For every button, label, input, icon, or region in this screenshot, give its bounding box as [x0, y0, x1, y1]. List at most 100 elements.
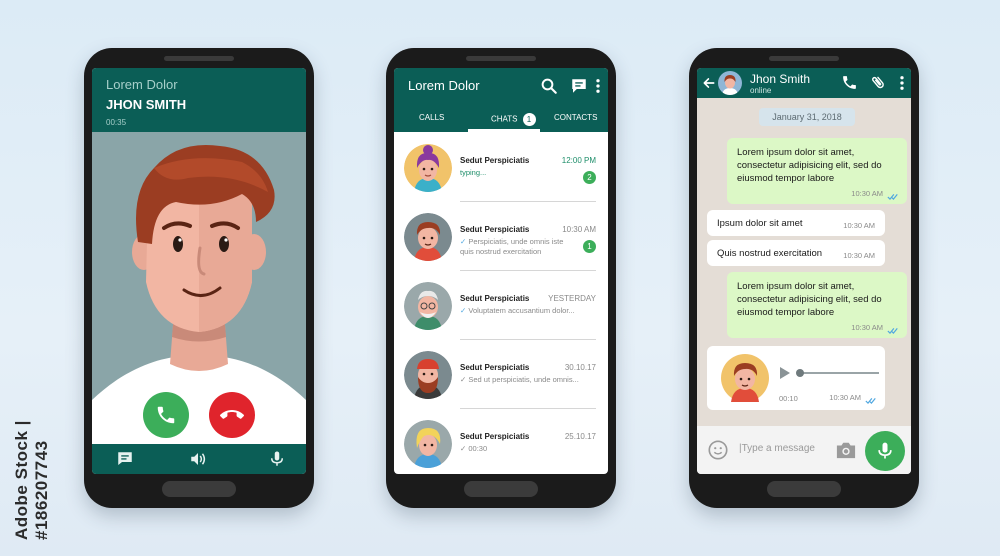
tab-chats[interactable]: CHATS 1 [491, 113, 536, 126]
decline-call-button[interactable] [209, 392, 255, 438]
divider [460, 270, 596, 271]
speaker-icon[interactable] [189, 450, 207, 468]
app-title: Lorem Dolor [408, 78, 480, 93]
caller-avatar-illustration [92, 132, 306, 444]
contact-avatar [404, 282, 452, 330]
back-arrow-icon[interactable] [702, 76, 716, 90]
chat-icon[interactable] [570, 77, 588, 95]
phone-decline-icon [220, 410, 244, 419]
contact-avatar-icon [722, 75, 738, 95]
tab-chats-badge: 1 [522, 113, 536, 126]
unread-badge: 2 [583, 171, 596, 184]
phone-call: Lorem Dolor JHON SMITH 00:35 [84, 48, 314, 508]
home-button[interactable] [464, 481, 538, 497]
chat-preview: ✓ Sed ut perspiciatis, unde omnis... [460, 375, 590, 385]
caller-portrait [92, 132, 306, 444]
message-icon[interactable] [116, 450, 134, 468]
date-divider: January 31, 2018 [759, 108, 855, 126]
read-ticks-icon [865, 398, 876, 405]
chat-preview-text: Perspiciatis, unde omnis iste quis nostr… [460, 237, 564, 256]
contact-status: online [750, 86, 772, 95]
phone-accept-icon [157, 406, 175, 424]
mic-icon [878, 442, 892, 459]
tab-calls[interactable]: CALLS [419, 113, 444, 122]
chat-preview-text: Sed ut perspiciatis, unde omnis... [468, 375, 579, 384]
phone-icon[interactable] [841, 74, 858, 91]
phone-speaker [164, 56, 234, 61]
sender-avatar-icon [721, 354, 769, 402]
contact-name: Jhon Smith [750, 72, 811, 86]
accept-call-button[interactable] [143, 392, 189, 438]
home-button[interactable] [162, 481, 236, 497]
contact-avatar [404, 351, 452, 399]
message-time: 10:30 AM [829, 393, 861, 402]
contact-avatar[interactable] [718, 71, 742, 95]
chat-preview: ✓ Voluptatem accusantium dolor... [460, 306, 590, 316]
chat-list-item[interactable]: Sedut Perspiciatis 30.10.17 ✓ Sed ut per… [394, 344, 608, 413]
phone-chats: Lorem Dolor CALLS CHATS 1 CONTACTS Sedut… [386, 48, 616, 508]
attachment-icon[interactable] [870, 74, 887, 91]
chat-preview-text: Voluptatem accusantium dolor... [468, 306, 575, 315]
chat-time: 12:00 PM [561, 156, 596, 165]
chat-name: Sedut Perspiciatis [460, 294, 530, 303]
home-button[interactable] [767, 481, 841, 497]
message-text: Ipsum dolor sit amet [717, 218, 803, 229]
chat-list-item[interactable]: Sedut Perspiciatis YESTERDAY ✓ Voluptate… [394, 275, 608, 344]
call-screen: Lorem Dolor JHON SMITH 00:35 [92, 68, 306, 474]
chat-name: Sedut Perspiciatis [460, 363, 530, 372]
chat-name: Sedut Perspiciatis [460, 225, 530, 234]
emoji-icon[interactable] [707, 439, 729, 461]
call-duration: 00:35 [106, 118, 127, 127]
chat-preview: ✓ 00:30 [460, 444, 570, 454]
divider [460, 339, 596, 340]
divider [460, 201, 596, 202]
more-icon[interactable] [594, 77, 602, 95]
chat-list-item[interactable]: Sedut Perspiciatis 10:30 AM ✓ Perspiciat… [394, 206, 608, 275]
more-icon[interactable] [898, 74, 906, 92]
chat-preview: typing... [460, 168, 487, 177]
conversation-header: Jhon Smith online [697, 68, 911, 98]
chat-time: 25.10.17 [564, 432, 596, 441]
phone-speaker [466, 56, 536, 61]
stock-watermark: Adobe Stock | #186207743 [12, 420, 51, 540]
chat-preview: ✓ Perspiciatis, unde omnis iste quis nos… [460, 237, 570, 257]
voice-duration: 00:10 [779, 394, 798, 403]
audio-progress-thumb[interactable] [796, 369, 804, 377]
avatar-woman-blonde-icon [404, 420, 452, 468]
audio-progress-track[interactable] [801, 372, 879, 374]
chats-screen: Lorem Dolor CALLS CHATS 1 CONTACTS Sedut… [394, 68, 608, 474]
message-text: Lorem ipsum dolor sit amet, consectetur … [737, 281, 882, 318]
message-input-bar: |Type a message [697, 426, 911, 474]
app-name: Lorem Dolor [106, 77, 178, 92]
chat-list-item[interactable]: Sedut Perspiciatis 12:00 PM typing... 2 [394, 137, 608, 206]
play-icon[interactable] [779, 366, 791, 380]
message-input[interactable]: |Type a message [739, 443, 815, 454]
search-icon[interactable] [540, 77, 558, 95]
contact-avatar [404, 213, 452, 261]
chats-header: Lorem Dolor CALLS CHATS 1 CONTACTS [394, 68, 608, 132]
outgoing-message[interactable]: Lorem ipsum dolor sit amet, consectetur … [727, 138, 907, 204]
read-ticks-icon [887, 328, 898, 335]
tab-contacts[interactable]: CONTACTS [554, 113, 597, 122]
record-voice-button[interactable] [865, 431, 905, 471]
tab-chats-label: CHATS [491, 114, 518, 124]
chat-name: Sedut Perspiciatis [460, 432, 530, 441]
avatar-bearded-man-icon [404, 351, 452, 399]
voice-message[interactable]: 00:10 10:30 AM [707, 346, 885, 410]
chat-time: YESTERDAY [548, 294, 596, 303]
camera-icon[interactable] [835, 440, 857, 460]
avatar-woman-purple-hair-icon [404, 144, 452, 192]
contact-avatar [404, 144, 452, 192]
outgoing-message[interactable]: Lorem ipsum dolor sit amet, consectetur … [727, 272, 907, 338]
mic-icon[interactable] [268, 450, 286, 468]
phone-conversation: Jhon Smith online January 31, 2018 Lorem… [689, 48, 919, 508]
message-time: 10:30 AM [843, 251, 875, 260]
message-time: 10:30 AM [851, 189, 883, 198]
call-header: Lorem Dolor JHON SMITH 00:35 [92, 68, 306, 132]
chat-list-item[interactable]: Sedut Perspiciatis 25.10.17 ✓ 00:30 [394, 413, 608, 474]
message-text: Quis nostrud exercitation [717, 248, 823, 259]
incoming-message[interactable]: Ipsum dolor sit amet 10:30 AM [707, 210, 885, 236]
chat-name: Sedut Perspiciatis [460, 156, 530, 165]
avatar-man-brown-hair-icon [404, 213, 452, 261]
incoming-message[interactable]: Quis nostrud exercitation 10:30 AM [707, 240, 885, 266]
